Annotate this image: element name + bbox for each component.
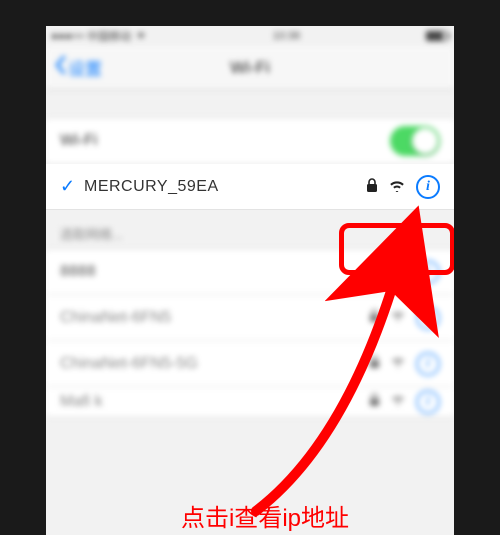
info-button[interactable]: i — [416, 260, 440, 284]
lock-icon — [369, 309, 380, 326]
wifi-signal-icon — [390, 355, 406, 372]
connected-ssid: MERCURY_59EA — [84, 178, 366, 196]
network-row[interactable]: 8888 i — [46, 249, 454, 295]
network-row[interactable]: Mafi k i — [46, 387, 454, 417]
wifi-signal-icon — [390, 393, 406, 410]
carrier-label: 中国移动 — [87, 28, 131, 44]
choose-network-header: 选取网络... — [46, 210, 454, 249]
wifi-status-icon — [135, 30, 147, 43]
network-row[interactable]: ChinaNet-6FN5-5G i — [46, 341, 454, 387]
phone-screen: 中国移动 10:36 设置 Wi-Fi Wi-Fi — [46, 26, 454, 535]
nav-bar: 设置 Wi-Fi — [46, 46, 454, 90]
info-button[interactable]: i — [416, 390, 440, 414]
checkmark-icon: ✓ — [60, 176, 82, 197]
network-ssid: ChinaNet-6FN5 — [60, 309, 369, 327]
back-button[interactable]: 设置 — [54, 55, 102, 80]
network-ssid: ChinaNet-6FN5-5G — [60, 355, 369, 373]
network-ssid: 8888 — [60, 263, 369, 281]
status-bar: 中国移动 10:36 — [46, 26, 454, 46]
clock: 10:36 — [273, 30, 301, 42]
back-label: 设置 — [68, 55, 102, 80]
network-ssid: Mafi k — [60, 393, 369, 411]
wifi-toggle[interactable] — [390, 126, 440, 156]
chevron-left-icon — [54, 55, 66, 80]
info-button[interactable]: i — [416, 352, 440, 376]
wifi-signal-icon — [388, 178, 406, 196]
info-button[interactable]: i — [416, 306, 440, 330]
connected-network-row[interactable]: ✓ MERCURY_59EA i — [46, 164, 454, 210]
wifi-label: Wi-Fi — [60, 132, 390, 150]
lock-icon — [369, 264, 380, 281]
wifi-signal-icon — [390, 264, 406, 281]
battery-icon — [426, 31, 448, 41]
signal-dots-icon — [52, 34, 83, 39]
wifi-signal-icon — [390, 309, 406, 326]
lock-icon — [369, 393, 380, 410]
info-button[interactable]: i — [416, 175, 440, 199]
lock-icon — [369, 355, 380, 372]
page-title: Wi-Fi — [230, 58, 270, 78]
network-row[interactable]: ChinaNet-6FN5 i — [46, 295, 454, 341]
lock-icon — [366, 178, 378, 196]
annotation-text: 点击i查看ip地址 — [181, 498, 349, 533]
wifi-toggle-row: Wi-Fi — [46, 118, 454, 164]
